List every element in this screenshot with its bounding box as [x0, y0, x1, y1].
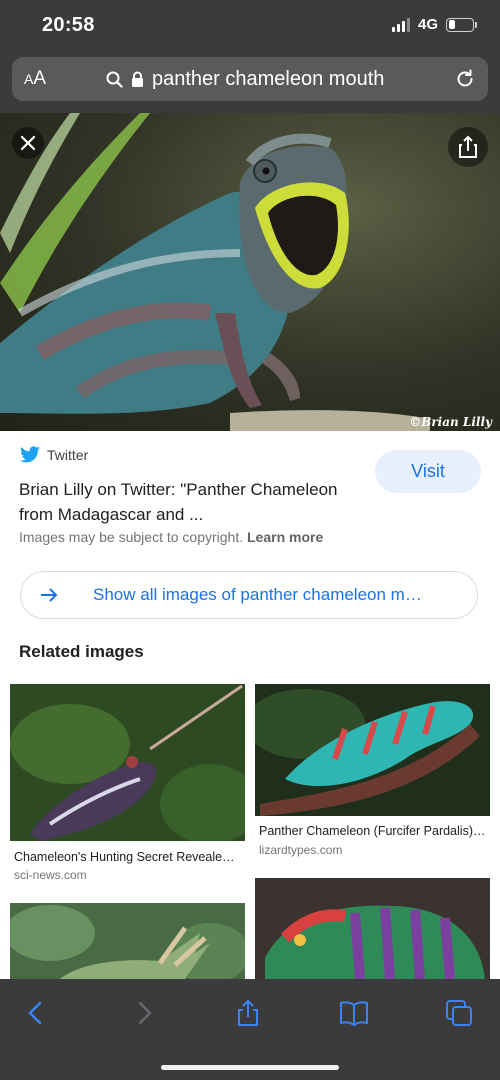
home-indicator[interactable] [161, 1065, 339, 1070]
related-caption-1[interactable]: Chameleon's Hunting Secret Reveale… [14, 850, 235, 864]
network-type: 4G [417, 16, 438, 33]
twitter-icon [20, 446, 40, 463]
address-bar[interactable]: AA panther chameleon mouth [12, 57, 488, 101]
arrow-right-icon [41, 588, 58, 602]
related-source-1: sci-news.com [14, 868, 87, 882]
show-all-images-button[interactable]: Show all images of panther chameleon m… [20, 571, 478, 619]
copyright-text: Images may be subject to copyright. [19, 529, 244, 545]
signal-icon [391, 17, 410, 32]
related-image-3[interactable] [10, 903, 245, 979]
share-icon[interactable] [234, 999, 262, 1027]
lock-icon [132, 71, 143, 87]
related-photo-4 [255, 878, 490, 979]
related-photo-2 [255, 684, 490, 816]
url-text: panther chameleon mouth [152, 68, 385, 90]
text-size-button[interactable]: AA [24, 68, 46, 90]
search-icon [106, 71, 123, 88]
status-time: 20:58 [42, 14, 95, 36]
preview-image[interactable]: ©Brian Lilly [0, 113, 500, 431]
chameleon-photo [0, 113, 430, 431]
reload-icon[interactable] [454, 68, 476, 90]
result-title[interactable]: Brian Lilly on Twitter: "Panther Chamele… [19, 477, 369, 527]
share-button[interactable] [448, 127, 488, 167]
image-watermark: ©Brian Lilly [409, 415, 492, 429]
back-icon[interactable] [22, 999, 50, 1027]
tabs-icon[interactable] [445, 999, 473, 1027]
copyright-notice: Images may be subject to copyright. Lear… [19, 529, 323, 545]
close-icon [20, 135, 36, 151]
related-photo-1 [10, 684, 245, 841]
visit-button[interactable]: Visit [375, 450, 481, 493]
forward-icon[interactable] [130, 999, 158, 1027]
result-source[interactable]: Twitter [19, 446, 88, 464]
related-image-2[interactable] [255, 684, 490, 816]
related-image-4[interactable] [255, 878, 490, 979]
battery-icon [446, 17, 477, 32]
close-button[interactable] [12, 127, 44, 159]
source-name: Twitter [47, 447, 89, 463]
bookmarks-icon[interactable] [338, 999, 370, 1027]
status-indicators: 4G [391, 16, 477, 33]
related-photo-3 [10, 903, 245, 979]
show-all-label: Show all images of panther chameleon m… [93, 585, 422, 604]
browser-top-bar: 20:58 4G AA panther chameleon mouth [0, 0, 500, 113]
related-source-2: lizardtypes.com [259, 843, 343, 857]
learn-more-link[interactable]: Learn more [247, 529, 323, 545]
share-icon [459, 135, 477, 158]
related-images-heading: Related images [19, 642, 144, 661]
related-image-1[interactable] [10, 684, 245, 841]
related-caption-2[interactable]: Panther Chameleon (Furcifer Pardalis)… [259, 824, 485, 838]
url-field[interactable]: panther chameleon mouth [106, 68, 384, 91]
